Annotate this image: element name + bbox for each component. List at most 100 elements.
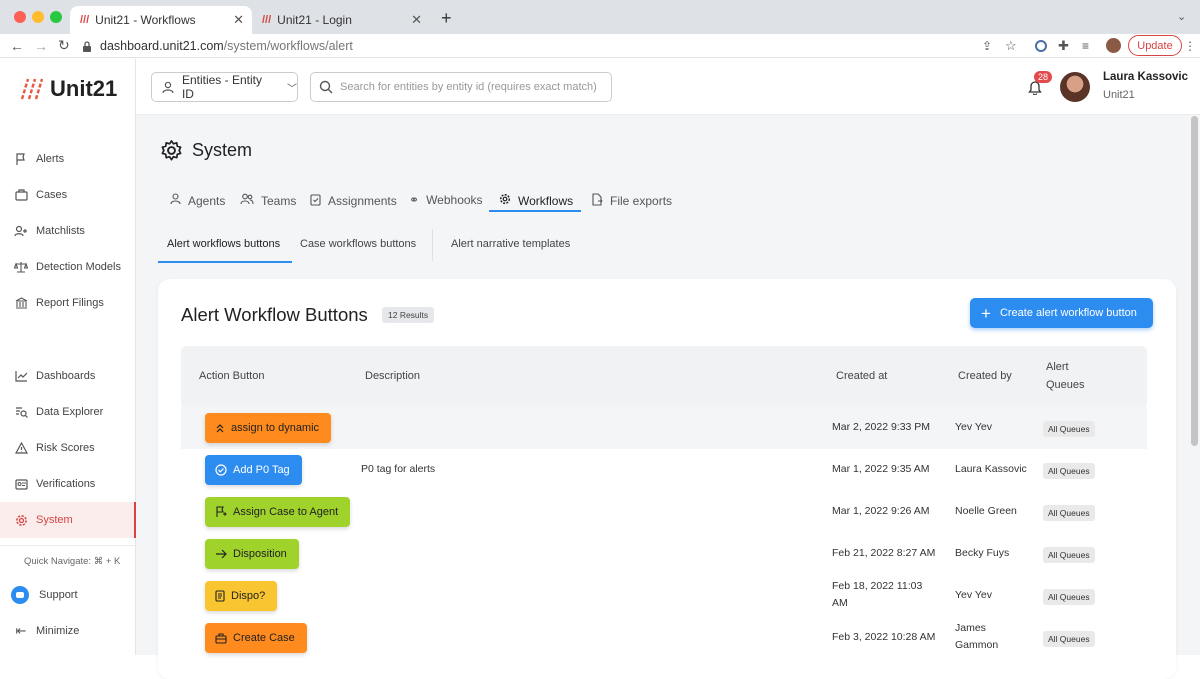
url-field[interactable]: dashboard.unit21.com/system/workflows/al… [82, 34, 353, 58]
column-header-queues[interactable]: Alert [1046, 361, 1069, 373]
sidebar-item-label: Matchlists [36, 225, 85, 237]
workflow-buttons-card: Alert Workflow Buttons 12 Results + Crea… [158, 279, 1176, 679]
created-by: Yev Yev [955, 421, 992, 433]
notification-count-badge: 28 [1034, 71, 1053, 83]
table-row[interactable]: Add P0 Tag P0 tag for alerts Mar 1, 2022… [181, 449, 1147, 491]
extension-icon[interactable] [1035, 39, 1047, 52]
sidebar-item-matchlists[interactable]: Matchlists [0, 213, 136, 249]
created-at: Feb 3, 2022 10:28 AM [832, 631, 936, 643]
close-tab-icon[interactable]: ✕ [233, 12, 244, 28]
sidebar-item-label: Detection Models [36, 261, 121, 273]
sidebar-item-report-filings[interactable]: Report Filings [0, 285, 136, 321]
sidebar-item-label: Risk Scores [36, 442, 95, 454]
tab-label: Agents [188, 193, 226, 208]
tab-assignments[interactable]: Assignments [310, 193, 397, 209]
tab-teams[interactable]: Teams [240, 193, 296, 208]
chevron-down-icon: ﹀ [287, 83, 297, 95]
column-header-created-at[interactable]: Created at [836, 370, 887, 382]
action-button-pill[interactable]: Disposition [205, 539, 299, 569]
unit21-favicon-icon: /// [262, 14, 272, 26]
quick-navigate-hint: Quick Navigate: ⌘ + K [24, 556, 121, 567]
table-row[interactable]: assign to dynamic Mar 2, 2022 9:33 PM Ye… [181, 407, 1147, 449]
logo[interactable]: Unit21 [20, 76, 117, 102]
support-button[interactable]: Support [0, 577, 136, 613]
sidebar-item-risk-scores[interactable]: Risk Scores [0, 430, 136, 466]
table-row[interactable]: Disposition Feb 21, 2022 8:27 AM Becky F… [181, 533, 1147, 575]
flag-icon [14, 152, 28, 166]
scrollbar[interactable] [1191, 116, 1198, 446]
action-button-label: Create Case [233, 632, 295, 644]
action-button-pill[interactable]: Add P0 Tag [205, 455, 302, 485]
search-placeholder: Search for entities by entity id (requir… [340, 81, 597, 93]
forward-icon[interactable]: → [34, 38, 48, 54]
column-header-action[interactable]: Action Button [199, 370, 264, 382]
chevron-down-icon[interactable]: ⌄ [1177, 10, 1186, 23]
close-window-icon[interactable] [14, 11, 26, 23]
puzzle-icon[interactable]: ✚ [1058, 38, 1069, 54]
sidebar-item-cases[interactable]: Cases [0, 177, 136, 213]
browser-tab-login[interactable]: /// Unit21 - Login ✕ [252, 6, 430, 34]
queues-badge: All Queues [1043, 505, 1095, 521]
created-by: Laura Kassovic [955, 463, 1027, 475]
action-button-pill[interactable]: Assign Case to Agent [205, 497, 351, 527]
action-button-pill[interactable]: Dispo? [205, 581, 278, 611]
bookmark-star-icon[interactable]: ☆ [1005, 38, 1017, 54]
profile-avatar-icon[interactable] [1106, 38, 1121, 53]
new-tab-icon[interactable]: + [441, 8, 452, 29]
table-row[interactable]: Dispo? Feb 18, 2022 11:03 AM Yev Yev All… [181, 575, 1147, 617]
avatar[interactable] [1060, 72, 1090, 102]
action-button-pill[interactable]: assign to dynamic [205, 413, 332, 443]
sidebar-item-verifications[interactable]: Verifications [0, 466, 136, 502]
column-header-created-by[interactable]: Created by [958, 370, 1012, 382]
url-path: /system/workflows/alert [223, 39, 353, 53]
tab-webhooks[interactable]: ⚭ Webhooks [409, 193, 483, 207]
entity-search-input[interactable]: Search for entities by entity id (requir… [310, 72, 612, 102]
action-button-pill[interactable]: Create Case [205, 623, 307, 653]
search-icon [319, 80, 333, 94]
tab-agents[interactable]: Agents [170, 193, 225, 208]
notifications-button[interactable]: 28 [1028, 71, 1053, 100]
column-header-description[interactable]: Description [365, 370, 420, 382]
minimize-window-icon[interactable] [32, 11, 44, 23]
flag-assign-icon [215, 506, 227, 518]
zoom-window-icon[interactable] [50, 11, 62, 23]
tab-file-exports[interactable]: File exports [591, 193, 672, 209]
created-at: Mar 1, 2022 9:26 AM [832, 505, 930, 517]
subtab-narrative-templates[interactable]: Alert narrative templates [451, 238, 570, 250]
subtab-alert-workflows[interactable]: Alert workflows buttons [167, 238, 280, 250]
user-name: Laura Kassovic [1103, 71, 1189, 83]
create-workflow-button[interactable]: + Create alert workflow button [970, 298, 1153, 328]
browser-update-button[interactable]: Update [1128, 35, 1182, 56]
back-icon[interactable]: ← [10, 38, 24, 54]
sidebar-item-detection-models[interactable]: Detection Models [0, 249, 136, 285]
table-row[interactable]: Create Case Feb 3, 2022 10:28 AM James G… [181, 617, 1147, 659]
browser-menu-icon[interactable]: ⋮ [1184, 39, 1196, 53]
entity-type-selector[interactable]: Entities - Entity ID ﹀ [151, 72, 298, 102]
clipboard-check-icon [310, 193, 321, 209]
create-workflow-label: Create alert workflow button [999, 307, 1137, 319]
collapse-left-icon: ⇤ [15, 623, 27, 638]
gear-icon [499, 193, 511, 208]
subtab-case-workflows[interactable]: Case workflows buttons [300, 238, 416, 250]
sidebar-item-data-explorer[interactable]: Data Explorer [0, 394, 136, 430]
sidebar: Unit21 Alerts Cases Matchlists Detection… [0, 59, 136, 655]
share-icon[interactable]: ⇪ [982, 39, 992, 53]
browser-tab-workflows[interactable]: /// Unit21 - Workflows ✕ [70, 6, 252, 34]
divider [0, 545, 136, 546]
sidebar-item-label: Dashboards [36, 370, 96, 382]
close-tab-icon[interactable]: ✕ [411, 12, 422, 28]
sidebar-item-dashboards[interactable]: Dashboards [0, 358, 136, 394]
document-icon [215, 590, 225, 602]
tab-label: Assignments [328, 194, 397, 208]
sidebar-item-system[interactable]: System [0, 502, 136, 538]
sidebar-item-label: Cases [36, 189, 68, 201]
reload-icon[interactable]: ↻ [58, 37, 70, 54]
table-row[interactable]: Assign Case to Agent Mar 1, 2022 9:26 AM… [181, 491, 1147, 533]
reading-list-icon[interactable]: ≡ [1082, 39, 1089, 53]
column-header-queues[interactable]: Queues [1046, 379, 1085, 391]
table-header: Action Button Description Created at Cre… [181, 346, 1147, 408]
tab-label: Webhooks [426, 193, 483, 207]
tab-workflows[interactable]: Workflows [499, 193, 573, 208]
sidebar-item-alerts[interactable]: Alerts [0, 141, 136, 177]
minimize-sidebar-button[interactable]: ⇤ Minimize [0, 613, 136, 649]
